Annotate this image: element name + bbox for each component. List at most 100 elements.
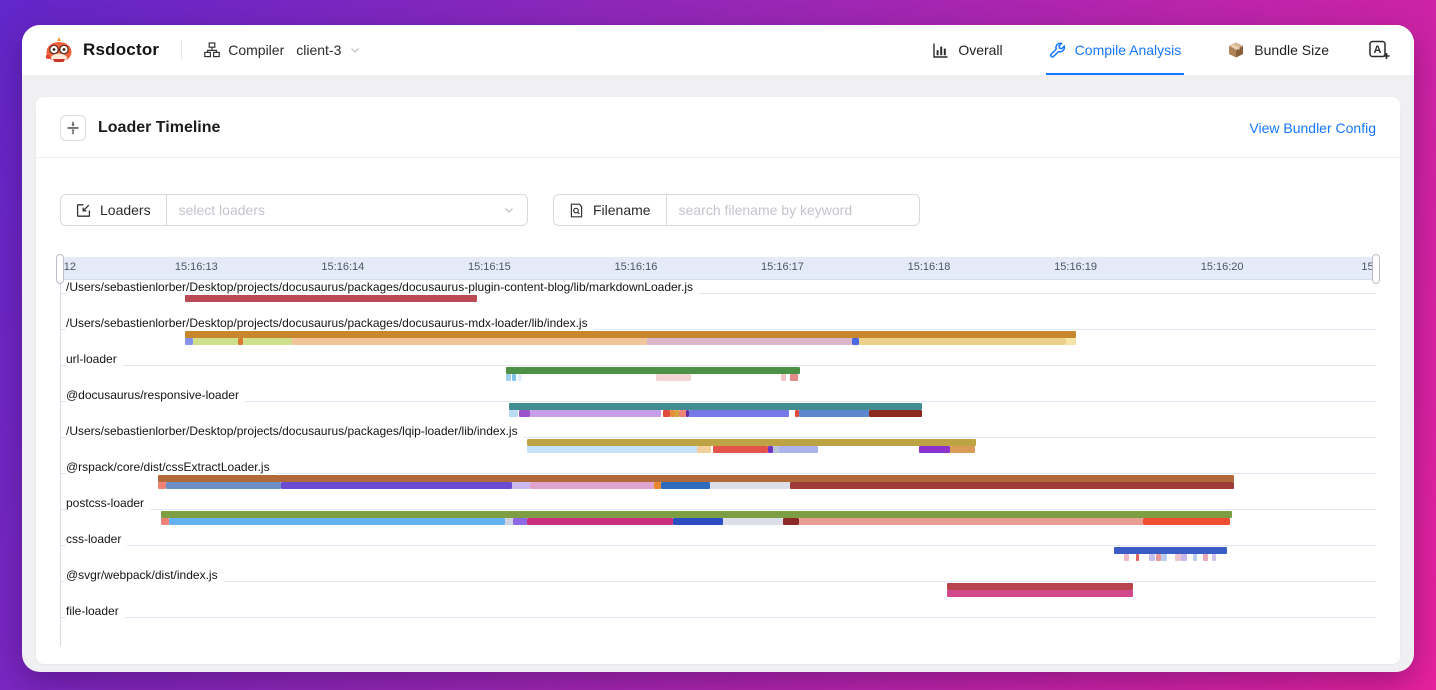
tab-label: Compile Analysis bbox=[1075, 42, 1182, 58]
timeline-segment[interactable] bbox=[1114, 547, 1227, 554]
language-button[interactable]: A bbox=[1366, 37, 1392, 63]
timeline-segment[interactable] bbox=[193, 338, 238, 345]
timeline-segment[interactable] bbox=[166, 482, 280, 489]
timeline-segment[interactable] bbox=[509, 410, 518, 417]
timeline-segment[interactable] bbox=[1203, 554, 1207, 561]
timeline-segment[interactable] bbox=[773, 446, 779, 453]
timeline-segment[interactable] bbox=[158, 475, 1234, 482]
wrench-icon bbox=[1049, 42, 1066, 59]
timeline-segment[interactable] bbox=[781, 374, 785, 381]
timeline-segment[interactable] bbox=[799, 410, 869, 417]
compiler-selector[interactable]: Compiler client-3 bbox=[204, 42, 361, 58]
timeline-segment[interactable] bbox=[947, 583, 1133, 590]
top-navigation-bar: Rsdoctor Compiler client-3 bbox=[22, 25, 1414, 75]
loader-row-label: css-loader bbox=[66, 532, 127, 546]
loader-row: @docusaurus/responsive-loader bbox=[61, 388, 1376, 424]
timeline-segment[interactable] bbox=[505, 518, 514, 525]
filename-input[interactable] bbox=[667, 195, 919, 225]
timeline-segment[interactable] bbox=[243, 338, 293, 345]
timeline-segment[interactable] bbox=[919, 446, 950, 453]
timeline-segment[interactable] bbox=[1149, 554, 1155, 561]
timeline-segment[interactable] bbox=[689, 410, 789, 417]
timeline-segment[interactable] bbox=[947, 590, 1133, 597]
timeline-segment[interactable] bbox=[512, 482, 530, 489]
loader-row-lanes bbox=[61, 403, 1376, 417]
timeline-segment[interactable] bbox=[292, 338, 646, 345]
timeline-segment[interactable] bbox=[161, 511, 1233, 518]
loader-row-label: @docusaurus/responsive-loader bbox=[66, 388, 245, 402]
filter-bar: Loaders Filename bbox=[60, 194, 1376, 226]
axis-tick-label: 15:16:20 bbox=[1201, 261, 1244, 273]
timeline-segment[interactable] bbox=[527, 439, 977, 446]
timeline-segment[interactable] bbox=[779, 446, 819, 453]
timeline-segment[interactable] bbox=[670, 410, 674, 417]
timeline-segment[interactable] bbox=[697, 446, 712, 453]
timeline-segment[interactable] bbox=[723, 518, 783, 525]
timeline-segment[interactable] bbox=[509, 403, 922, 410]
timeline-segment[interactable] bbox=[647, 338, 852, 345]
timeline-segment[interactable] bbox=[869, 410, 922, 417]
timeline-segment[interactable] bbox=[527, 518, 673, 525]
row-divider-line bbox=[61, 401, 1376, 402]
loader-row-label: url-loader bbox=[66, 352, 123, 366]
timeline-segment[interactable] bbox=[238, 338, 242, 345]
timeline-segment[interactable] bbox=[506, 367, 800, 374]
timeline-segment[interactable] bbox=[799, 518, 1143, 525]
timeline-segment[interactable] bbox=[530, 482, 654, 489]
timeline-lane bbox=[61, 619, 1376, 626]
timeline-segment[interactable] bbox=[1193, 554, 1197, 561]
timeline-segment[interactable] bbox=[519, 410, 529, 417]
loader-row-lanes bbox=[61, 367, 1376, 381]
timeline-segment[interactable] bbox=[185, 331, 1075, 338]
panel-divider bbox=[36, 157, 1400, 158]
timeline-segment[interactable] bbox=[656, 374, 691, 381]
timeline-segment[interactable] bbox=[158, 482, 167, 489]
timeline-segment[interactable] bbox=[790, 482, 1234, 489]
timeline-segment[interactable] bbox=[513, 518, 526, 525]
timeline-segment[interactable] bbox=[1066, 338, 1076, 345]
timeline-collapse-button[interactable] bbox=[60, 115, 86, 141]
timeline-segment[interactable] bbox=[169, 518, 504, 525]
timeline-segment[interactable] bbox=[654, 482, 661, 489]
timeline-segment[interactable] bbox=[710, 482, 791, 489]
brush-handle-left[interactable] bbox=[56, 254, 64, 284]
timeline-segment[interactable] bbox=[1124, 554, 1128, 561]
time-axis[interactable]: :1215:16:1315:16:1415:16:1515:16:1615:16… bbox=[60, 257, 1376, 280]
timeline-segment[interactable] bbox=[852, 338, 859, 345]
timeline-segment[interactable] bbox=[527, 446, 697, 453]
timeline-segment[interactable] bbox=[859, 338, 1065, 345]
timeline-segment[interactable] bbox=[783, 518, 799, 525]
timeline-segment[interactable] bbox=[1136, 554, 1139, 561]
brush-handle-right[interactable] bbox=[1372, 254, 1380, 284]
timeline-segment[interactable] bbox=[185, 295, 476, 302]
view-bundler-config-link[interactable]: View Bundler Config bbox=[1249, 120, 1376, 136]
select-chevron-down-icon[interactable] bbox=[503, 195, 527, 225]
timeline-segment[interactable] bbox=[679, 410, 686, 417]
timeline-segment[interactable] bbox=[790, 374, 797, 381]
timeline-lane bbox=[61, 547, 1376, 554]
row-divider-line bbox=[61, 365, 1376, 366]
timeline-segment[interactable] bbox=[663, 410, 670, 417]
timeline-segment[interactable] bbox=[161, 518, 170, 525]
loader-row-label: @rspack/core/dist/cssExtractLoader.js bbox=[66, 460, 276, 474]
loaders-select[interactable] bbox=[167, 195, 503, 225]
timeline-segment[interactable] bbox=[185, 338, 192, 345]
timeline-segment[interactable] bbox=[1161, 554, 1167, 561]
timeline-segment[interactable] bbox=[281, 482, 512, 489]
timeline-lane bbox=[61, 554, 1376, 561]
timeline-segment[interactable] bbox=[1181, 554, 1187, 561]
timeline-segment[interactable] bbox=[661, 482, 709, 489]
timeline-segment[interactable] bbox=[512, 374, 516, 381]
timeline-segment[interactable] bbox=[673, 518, 723, 525]
timeline-segment[interactable] bbox=[713, 446, 769, 453]
timeline-segment[interactable] bbox=[506, 374, 510, 381]
timeline-segment[interactable] bbox=[1143, 518, 1229, 525]
timeline-segment[interactable] bbox=[950, 446, 975, 453]
tab-compile-analysis[interactable]: Compile Analysis bbox=[1046, 25, 1185, 75]
tab-bundle-size[interactable]: Bundle Size bbox=[1224, 25, 1332, 75]
timeline-segment[interactable] bbox=[1212, 554, 1216, 561]
timeline-segment[interactable] bbox=[518, 374, 522, 381]
tab-overall[interactable]: Overall bbox=[929, 25, 1005, 75]
timeline-segment[interactable] bbox=[530, 410, 662, 417]
timeline-lane bbox=[61, 590, 1376, 597]
